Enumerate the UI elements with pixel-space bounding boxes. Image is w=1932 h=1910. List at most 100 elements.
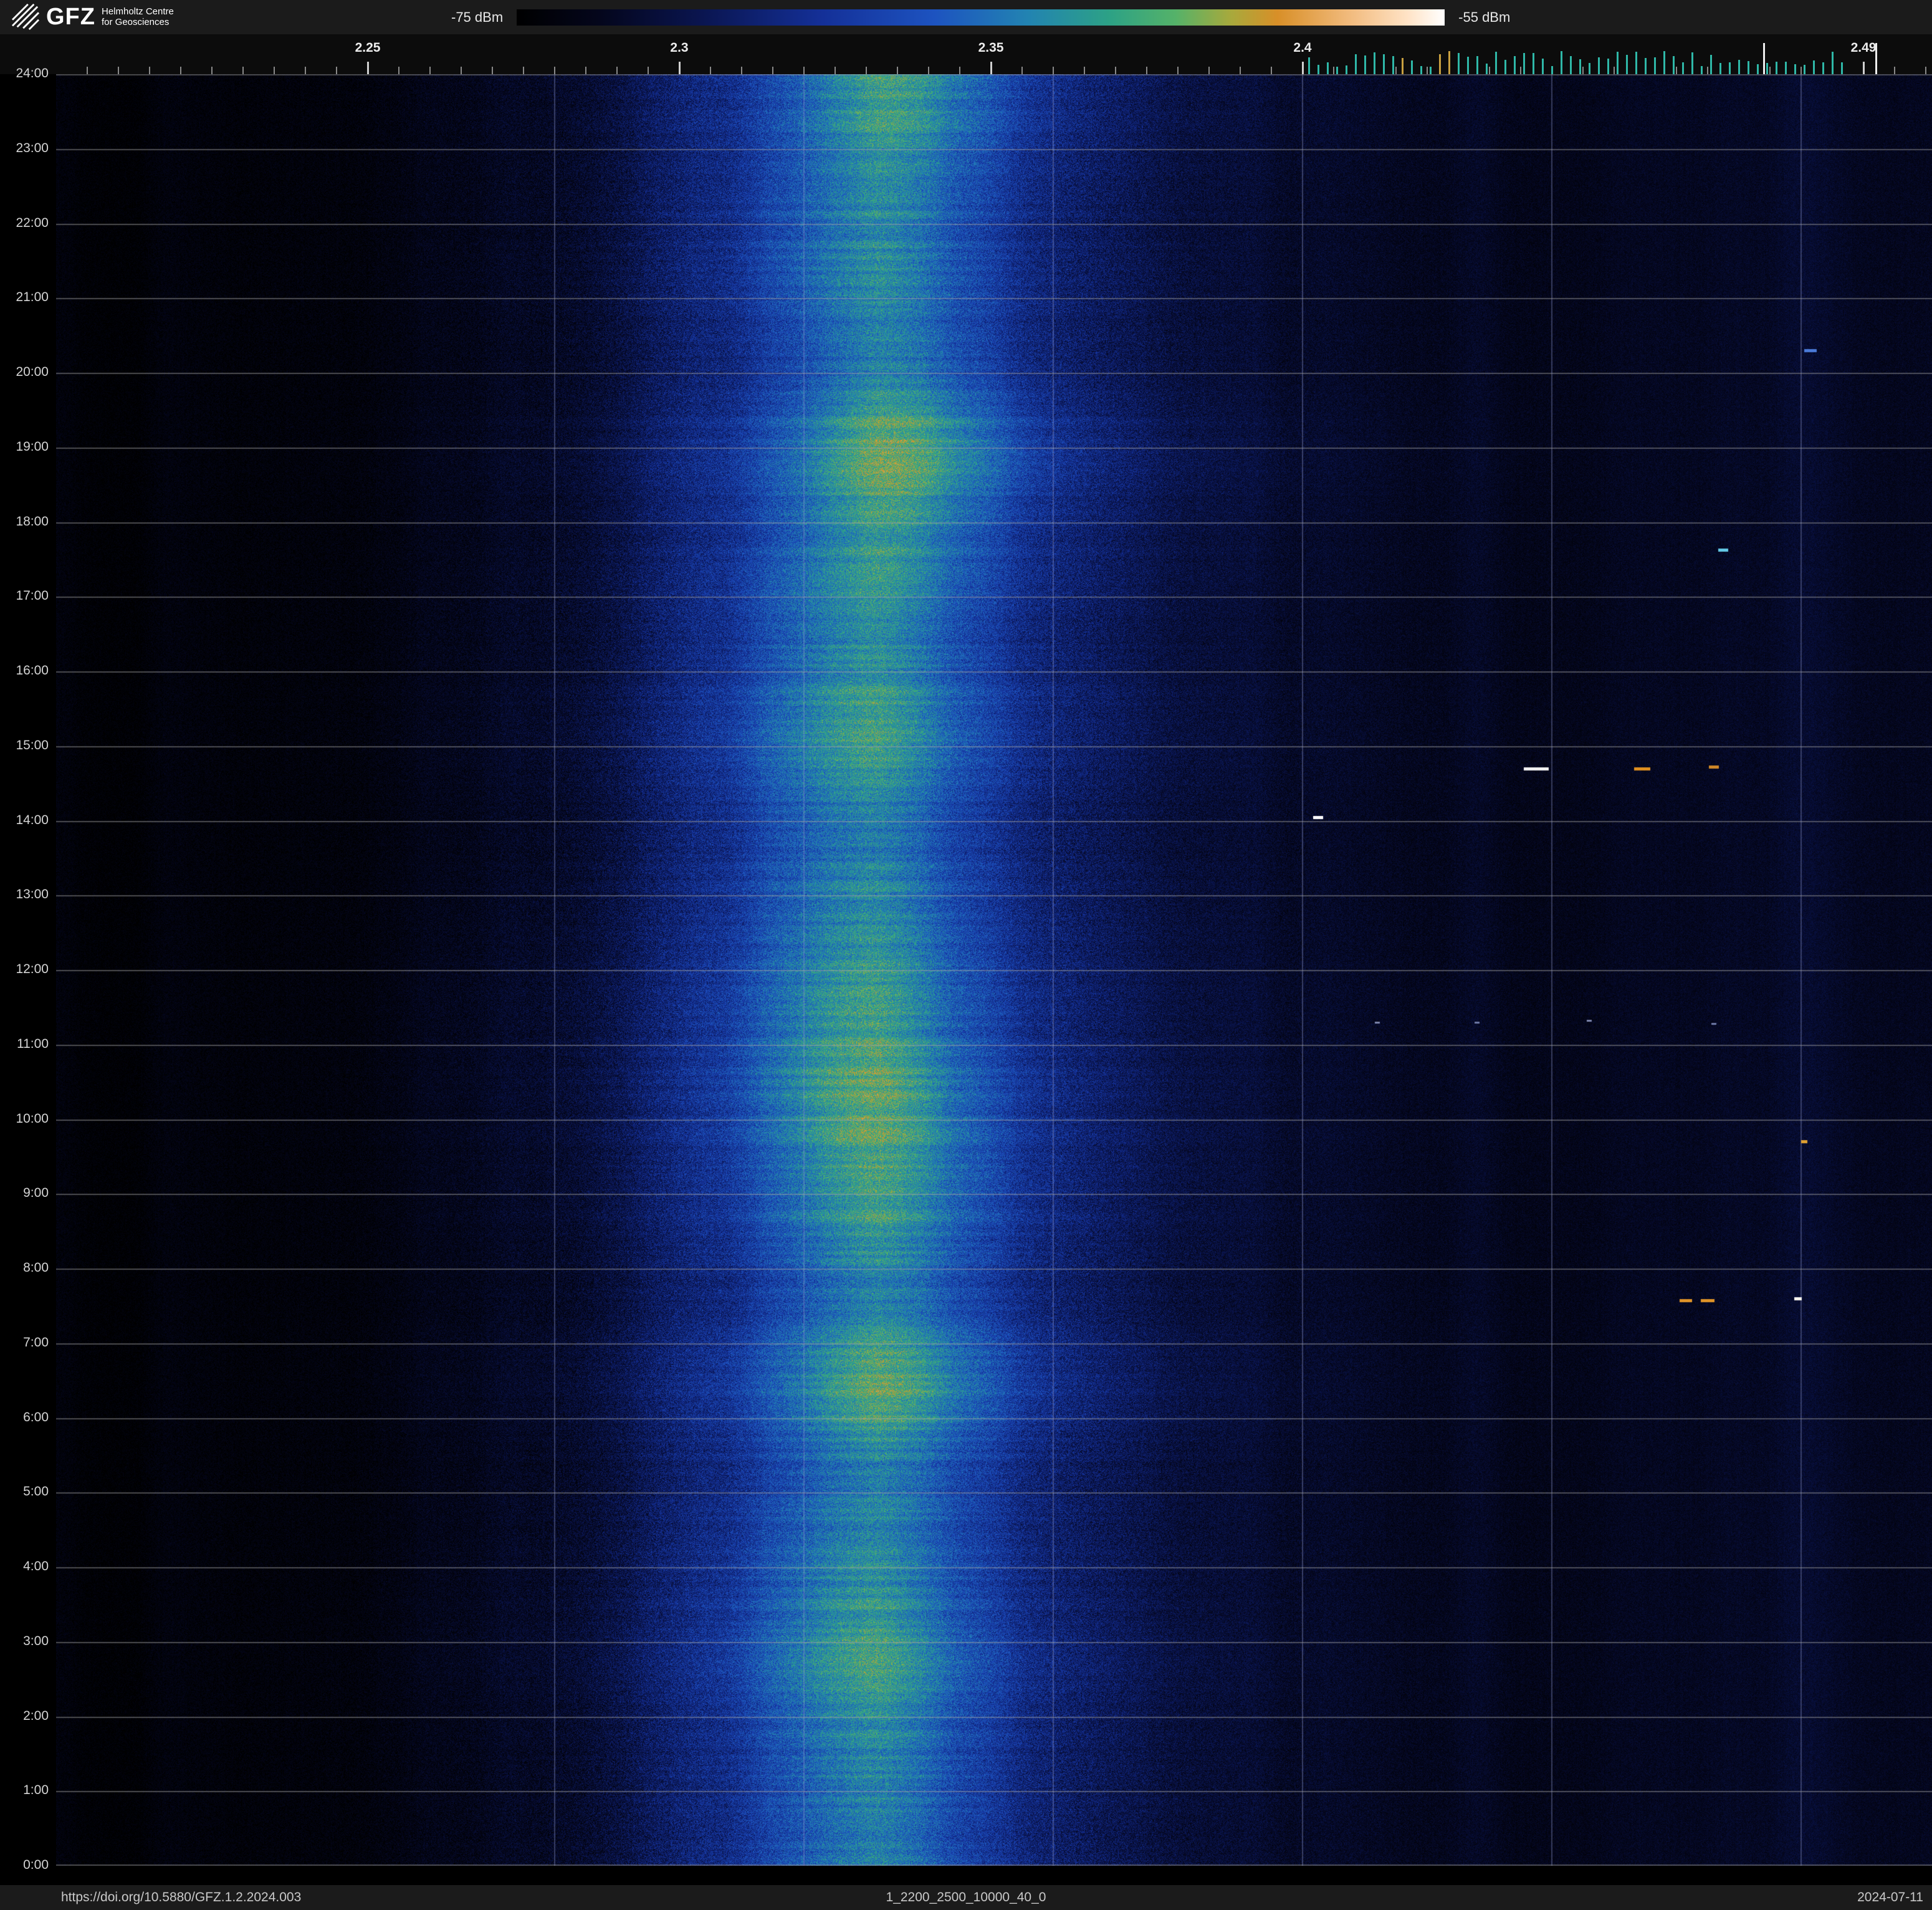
comb-marker-tick [1401, 58, 1404, 74]
comb-marker-tick [1766, 63, 1768, 74]
freq-minor-tick [1707, 67, 1708, 74]
freq-tick-label: 2.3 [670, 41, 689, 55]
freq-major-tick [366, 62, 369, 74]
freq-minor-tick [1021, 67, 1023, 74]
freq-minor-tick [1208, 67, 1210, 74]
freq-minor-tick [866, 67, 867, 74]
time-tick-label: 18:00 [16, 514, 49, 529]
comb-marker-tick [1541, 59, 1544, 74]
comb-marker-tick [1523, 53, 1525, 74]
freq-minor-tick [1053, 67, 1054, 74]
comb-marker-tick [1392, 56, 1394, 74]
comb-tall-tick [1762, 43, 1765, 74]
colorbar-max-label: -55 dBm [1458, 9, 1511, 25]
freq-tick-label: 2.49 [1850, 41, 1877, 55]
comb-marker-tick [1448, 51, 1450, 74]
logo-subtitle: Helmholtz Centre for Geosciences [102, 6, 174, 27]
comb-marker-tick [1485, 64, 1488, 74]
comb-marker-tick [1336, 67, 1338, 74]
comb-marker-tick [1803, 65, 1805, 74]
logo-subtitle-line1: Helmholtz Centre [101, 6, 174, 17]
comb-marker-tick [1364, 55, 1366, 74]
freq-minor-tick [274, 67, 275, 74]
colorbar-wrap: -75 dBm -55 dBm [451, 9, 1510, 26]
freq-tick-label: 2.35 [978, 41, 1004, 55]
time-tick-label: 5:00 [23, 1484, 49, 1499]
freq-minor-tick [1177, 67, 1179, 74]
comb-marker-tick [1653, 57, 1656, 74]
comb-marker-tick [1438, 54, 1441, 74]
time-tick-label: 7:00 [23, 1335, 49, 1350]
dataset-id: 1_2200_2500_10000_40_0 [886, 1890, 1046, 1904]
comb-marker-tick [1672, 56, 1675, 74]
freq-minor-tick [1894, 67, 1895, 74]
freq-minor-tick [1582, 67, 1584, 74]
comb-marker-tick [1354, 54, 1357, 74]
freq-minor-tick [118, 67, 119, 74]
comb-marker-tick [1410, 60, 1413, 74]
time-tick-label: 21:00 [16, 290, 49, 305]
freq-minor-tick [928, 67, 929, 74]
comb-marker-tick [1616, 52, 1619, 74]
comb-marker-tick [1635, 52, 1637, 74]
comb-marker-tick [1728, 62, 1731, 74]
comb-marker-tick [1494, 52, 1497, 74]
comb-marker-tick [1420, 66, 1422, 74]
freq-major-tick [1301, 62, 1304, 74]
comb-marker-tick [1597, 57, 1600, 74]
time-tick-label: 13:00 [16, 887, 49, 902]
freq-minor-tick [585, 67, 586, 74]
comb-marker-tick [1840, 62, 1843, 74]
comb-marker-tick [1382, 54, 1385, 74]
comb-marker-tick [1794, 64, 1796, 74]
date-label: 2024-07-11 [1857, 1890, 1923, 1904]
comb-marker-tick [1831, 52, 1834, 74]
time-tick-label: 16:00 [16, 663, 49, 678]
freq-minor-tick [1084, 67, 1085, 74]
freq-major-tick [678, 62, 681, 74]
comb-marker-tick [1476, 56, 1478, 74]
time-tick-label: 19:00 [16, 439, 49, 454]
freq-minor-tick [398, 67, 399, 74]
colorbar-gradient [517, 9, 1445, 26]
time-tick-label: 17:00 [16, 588, 49, 603]
comb-marker-tick [1747, 61, 1749, 74]
freq-minor-tick [959, 67, 960, 74]
time-tick-label: 6:00 [23, 1409, 49, 1424]
freq-tick-label: 2.4 [1293, 41, 1312, 55]
freq-minor-tick [772, 67, 773, 74]
time-tick-label: 8:00 [23, 1260, 49, 1275]
comb-marker-tick [1738, 60, 1740, 74]
time-tick-label: 0:00 [23, 1858, 49, 1872]
comb-marker-tick [1625, 55, 1628, 74]
freq-minor-tick [554, 67, 555, 74]
time-tick-label: 4:00 [23, 1559, 49, 1573]
time-tick-label: 20:00 [16, 365, 49, 379]
comb-marker-tick [1429, 67, 1432, 74]
freq-minor-tick [523, 67, 524, 74]
logo-subtitle-line2: for Geosciences [101, 17, 170, 27]
time-tick-label: 22:00 [16, 215, 49, 230]
freq-minor-tick [1395, 67, 1397, 74]
comb-tall-tick [1875, 43, 1877, 74]
comb-marker-tick [1466, 57, 1469, 74]
comb-marker-tick [1317, 65, 1319, 74]
comb-marker-tick [1308, 57, 1310, 74]
freq-minor-tick [1489, 67, 1490, 74]
freq-minor-tick [648, 67, 649, 74]
freq-minor-tick [897, 67, 898, 74]
time-tick-label: 15:00 [16, 737, 49, 752]
freq-minor-tick [803, 67, 805, 74]
comb-marker-tick [1663, 51, 1665, 74]
doi-link[interactable]: https://doi.org/10.5880/GFZ.1.2.2024.003 [61, 1885, 301, 1910]
time-tick-label: 23:00 [16, 140, 49, 155]
comb-marker-tick [1756, 64, 1759, 74]
freq-minor-tick [1614, 67, 1615, 74]
freq-minor-tick [1925, 67, 1926, 74]
comb-marker-tick [1784, 62, 1787, 74]
freq-minor-tick [1240, 67, 1241, 74]
comb-marker-tick [1710, 55, 1712, 74]
freq-minor-tick [1115, 67, 1116, 74]
comb-marker-tick [1681, 62, 1684, 74]
freq-minor-tick [1271, 67, 1272, 74]
